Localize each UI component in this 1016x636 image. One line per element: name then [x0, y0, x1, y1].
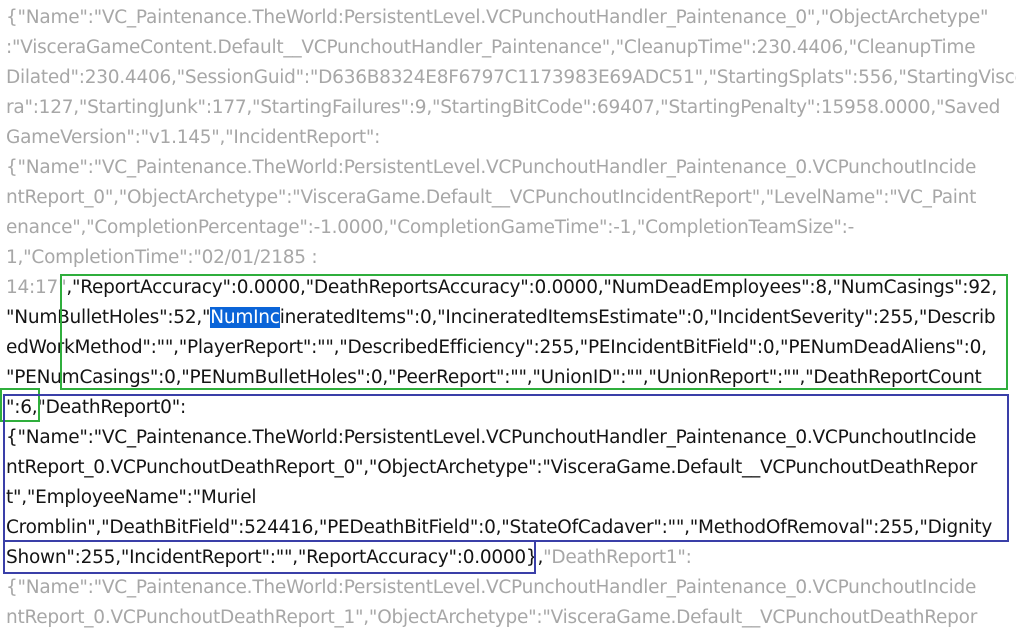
text-line: ntReport_0.VCPunchoutDeathReport_0","Obj… — [6, 453, 977, 483]
text-line: "PENumCasings":0,"PENumBulletHoles":0,"P… — [6, 363, 982, 393]
text-segment: {"Name":"VC_Paintenance.TheWorld:Persist… — [6, 157, 977, 178]
text-segment: ntReport_0","ObjectArchetype":"VisceraGa… — [6, 187, 977, 208]
text-segment: ntReport_0.VCPunchoutDeathReport_0","Obj… — [6, 457, 978, 478]
text-segment: 14:17" — [6, 277, 67, 298]
text-segment: "DeathReport1": — [543, 547, 692, 568]
text-line: ":6,"DeathReport0": — [6, 393, 186, 423]
text-segment: {"Name":"VC_Paintenance.TheWorld:Persist… — [6, 7, 989, 28]
text-segment: {"Name":"VC_Paintenance.TheWorld:Persist… — [6, 577, 977, 598]
text-segment: enance","CompletionPercentage":-1.0000,"… — [6, 217, 855, 238]
text-segment: ":6,"DeathReport0": — [6, 397, 186, 418]
text-segment: :"VisceraGameContent.Default__VCPunchout… — [6, 37, 976, 58]
text-segment: "PENumCasings":0,"PENumBulletHoles":0,"P… — [6, 367, 982, 388]
text-line: :"VisceraGameContent.Default__VCPunchout… — [6, 33, 976, 63]
text-segment: Dilated":230.4406,"SessionGuid":"D636B83… — [6, 67, 1016, 88]
text-line: 14:17","ReportAccuracy":0.0000,"DeathRep… — [6, 273, 997, 303]
text-line: Shown":255,"IncidentReport":"","ReportAc… — [6, 543, 692, 573]
text-segment: t","EmployeeName":"Muriel — [6, 487, 257, 508]
text-line: Cromblin","DeathBitField":524416,"PEDeat… — [6, 513, 992, 543]
text-segment: {"Name":"VC_Paintenance.TheWorld:Persist… — [6, 427, 977, 448]
text-segment: "NumBulletHoles":52," — [6, 307, 211, 328]
text-line: edWorkMethod":"","PlayerReport":"","Desc… — [6, 333, 987, 363]
text-segment: Cromblin","DeathBitField":524416,"PEDeat… — [6, 517, 993, 538]
text-line: ntReport_0.VCPunchoutDeathReport_1","Obj… — [6, 603, 977, 633]
text-line: {"Name":"VC_Paintenance.TheWorld:Persist… — [6, 153, 976, 183]
text-line: enance","CompletionPercentage":-1.0000,"… — [6, 213, 854, 243]
text-segment: ra":127,"StartingJunk":177,"StartingFail… — [6, 97, 1001, 118]
text-line: 1,"CompletionTime":"02/01/2185 : — [6, 243, 318, 273]
selected-text: NumInc — [210, 307, 280, 328]
text-segment: ineratedItems":0,"IncineratedItemsEstima… — [279, 307, 996, 328]
text-line: {"Name":"VC_Paintenance.TheWorld:Persist… — [6, 423, 976, 453]
text-line: t","EmployeeName":"Muriel — [6, 483, 257, 513]
text-editor-area[interactable]: {"Name":"VC_Paintenance.TheWorld:Persist… — [0, 0, 1016, 636]
text-line: GameVersion":"v1.145","IncidentReport": — [6, 123, 380, 153]
text-segment: 1,"CompletionTime":"02/01/2185 : — [6, 247, 318, 268]
text-segment: GameVersion":"v1.145","IncidentReport": — [6, 127, 381, 148]
text-segment: ,"ReportAccuracy":0.0000,"DeathReportsAc… — [66, 277, 997, 298]
text-line: {"Name":"VC_Paintenance.TheWorld:Persist… — [6, 3, 989, 33]
text-segment: ntReport_0.VCPunchoutDeathReport_1","Obj… — [6, 607, 978, 628]
text-line: Dilated":230.4406,"SessionGuid":"D636B83… — [6, 63, 1016, 93]
text-line: "NumBulletHoles":52,"NumIncineratedItems… — [6, 303, 996, 333]
text-line: {"Name":"VC_Paintenance.TheWorld:Persist… — [6, 573, 976, 603]
text-line: ntReport_0","ObjectArchetype":"VisceraGa… — [6, 183, 976, 213]
text-segment: Shown":255,"IncidentReport":"","ReportAc… — [6, 547, 544, 568]
text-line: ra":127,"StartingJunk":177,"StartingFail… — [6, 93, 1000, 123]
text-segment: edWorkMethod":"","PlayerReport":"","Desc… — [6, 337, 987, 358]
